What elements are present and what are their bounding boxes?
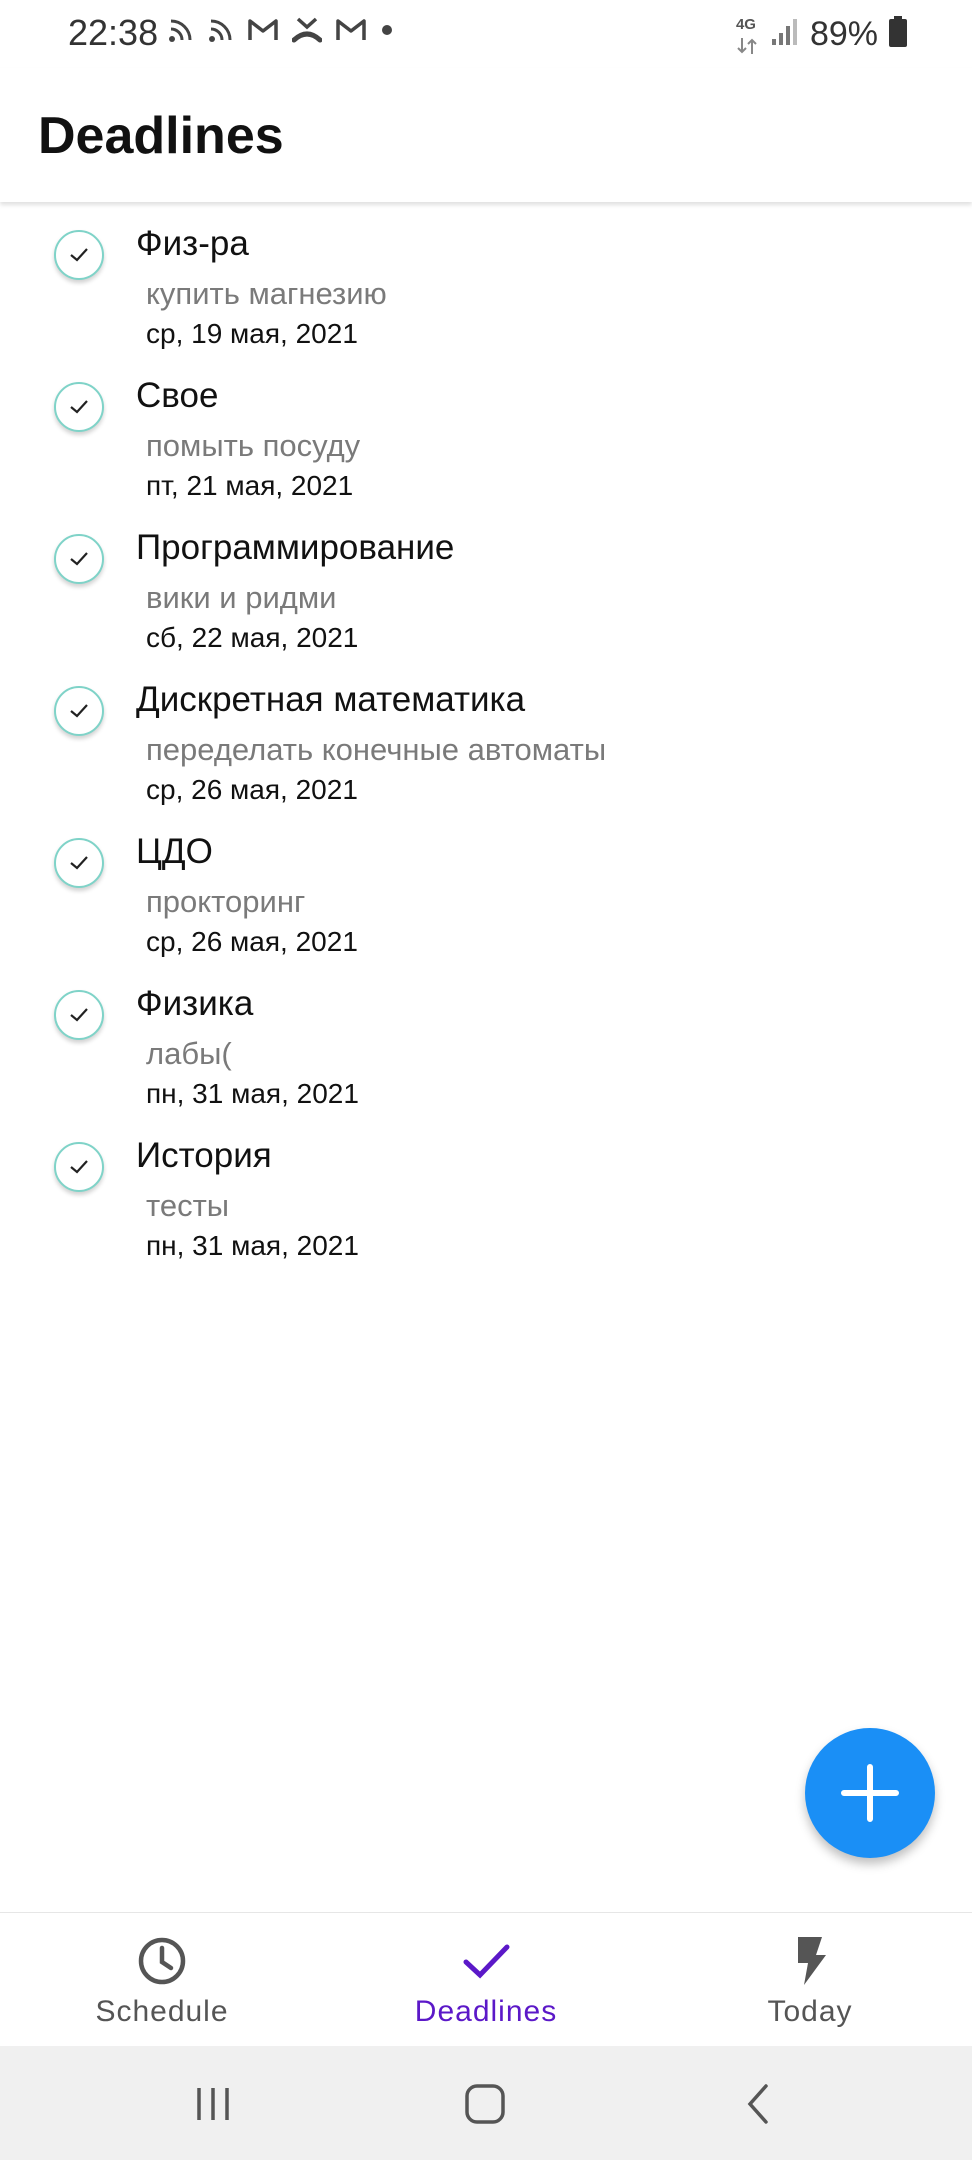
deadline-date: пн, 31 мая, 2021: [146, 1230, 359, 1261]
deadline-date: пт, 21 мая, 2021: [146, 470, 354, 501]
tab-today[interactable]: Today: [648, 1913, 972, 2047]
recent-apps-icon: [197, 2088, 229, 2120]
deadline-task: помыть посуду: [146, 428, 361, 463]
deadline-task: переделать конечные автоматы: [146, 732, 607, 767]
deadline-task: лабы(: [146, 1036, 232, 1071]
check-icon: [70, 856, 88, 870]
check-icon: [70, 248, 88, 262]
deadline-date: ср, 26 мая, 2021: [146, 774, 358, 805]
back-icon: [747, 2084, 768, 2124]
tab-schedule[interactable]: Schedule: [0, 1913, 324, 2047]
status-time: 22:38: [68, 12, 159, 53]
deadline-item[interactable]: История тесты пн, 31 мая, 2021: [0, 1122, 972, 1274]
notification-icons: [168, 16, 394, 44]
status-right: 4G 89%: [736, 12, 908, 56]
deadline-item[interactable]: Программирование вики и ридми сб, 22 мая…: [0, 514, 972, 666]
status-bar: 22:38 4G 89%: [0, 0, 972, 68]
add-deadline-button[interactable]: [805, 1728, 935, 1858]
deadline-date: ср, 26 мая, 2021: [146, 926, 358, 957]
system-nav-bar: [0, 2046, 972, 2160]
deadline-subject: ЦДО: [136, 832, 213, 871]
deadline-task: купить магнезию: [146, 276, 387, 311]
check-icon: [70, 704, 88, 718]
complete-checkbox[interactable]: [54, 838, 104, 888]
deadline-subject: История: [136, 1136, 272, 1175]
lightning-icon: [790, 1935, 830, 1992]
deadline-list: Физ-ра купить магнезию ср, 19 мая, 2021 …: [0, 210, 972, 1274]
gmail-icon: [248, 18, 278, 42]
tab-label: Deadlines: [414, 1995, 558, 2028]
rss-icon: [168, 17, 194, 43]
tab-label: Schedule: [95, 1995, 229, 2028]
plus-icon: [841, 1764, 899, 1822]
bottom-navigation: Schedule Deadlines Today: [0, 1912, 972, 2046]
recent-apps-button[interactable]: [183, 2074, 243, 2134]
home-button[interactable]: [455, 2074, 515, 2134]
clock-icon: [136, 1935, 188, 1992]
rss-icon: [208, 17, 234, 43]
app-bar: Deadlines: [0, 68, 972, 202]
check-icon: [70, 400, 88, 414]
check-icon: [70, 552, 88, 566]
deadline-subject: Физика: [136, 984, 254, 1023]
tab-deadlines[interactable]: Deadlines: [324, 1913, 648, 2047]
check-icon: [70, 1008, 88, 1022]
complete-checkbox[interactable]: [54, 686, 104, 736]
home-icon: [465, 2084, 505, 2124]
battery-icon: [888, 15, 908, 53]
deadline-subject: Физ-ра: [136, 224, 249, 263]
dot-icon: [380, 23, 394, 37]
complete-checkbox[interactable]: [54, 230, 104, 280]
complete-checkbox[interactable]: [54, 534, 104, 584]
deadline-date: сб, 22 мая, 2021: [146, 622, 359, 653]
network-type-icon: 4G: [736, 12, 760, 56]
deadline-subject: Дискретная математика: [136, 680, 526, 719]
deadline-subject: Свое: [136, 376, 219, 415]
deadline-task: тесты: [146, 1188, 230, 1223]
gmail-icon: [336, 18, 366, 42]
tab-label: Today: [767, 1995, 853, 2028]
deadline-date: ср, 19 мая, 2021: [146, 318, 358, 349]
battery-percent: 89%: [809, 14, 878, 53]
complete-checkbox[interactable]: [54, 1142, 104, 1192]
complete-checkbox[interactable]: [54, 382, 104, 432]
deadline-date: пн, 31 мая, 2021: [146, 1078, 359, 1109]
deadline-item[interactable]: Физ-ра купить магнезию ср, 19 мая, 2021: [0, 210, 972, 362]
deadline-item[interactable]: ЦДО прокторинг ср, 26 мая, 2021: [0, 818, 972, 970]
deadline-item[interactable]: Физика лабы( пн, 31 мая, 2021: [0, 970, 972, 1122]
deadline-task: вики и ридми: [146, 580, 337, 615]
deadline-item[interactable]: Свое помыть посуду пт, 21 мая, 2021: [0, 362, 972, 514]
deadline-item[interactable]: Дискретная математика переделать конечны…: [0, 666, 972, 818]
check-icon: [460, 1935, 512, 1992]
missed-call-icon: [292, 16, 322, 44]
complete-checkbox[interactable]: [54, 990, 104, 1040]
check-icon: [70, 1160, 88, 1174]
deadline-task: прокторинг: [146, 884, 306, 919]
deadline-subject: Программирование: [136, 528, 455, 567]
page-title: Deadlines: [38, 107, 284, 165]
signal-icon: [770, 17, 800, 52]
back-button[interactable]: [728, 2074, 788, 2134]
